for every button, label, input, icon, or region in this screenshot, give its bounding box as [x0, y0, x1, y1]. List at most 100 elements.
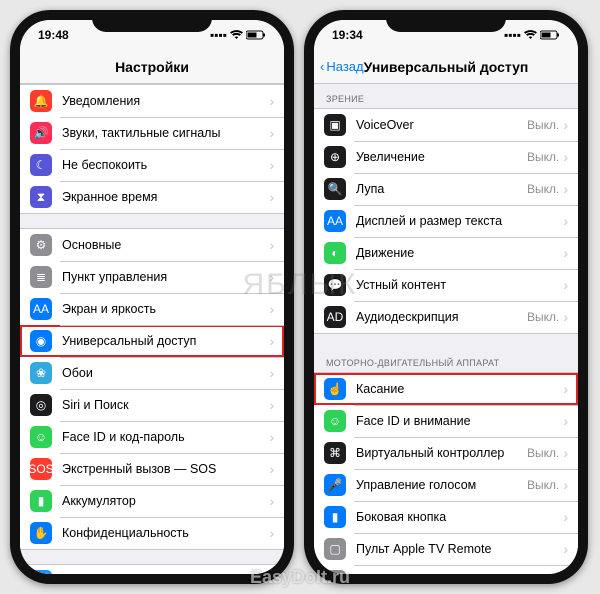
- wifi-icon: [524, 30, 537, 40]
- chevron-right-icon: ›: [269, 301, 274, 317]
- zoom-icon: ⊕: [324, 146, 346, 168]
- page-title: Универсальный доступ: [364, 59, 529, 75]
- chevron-right-icon: ›: [563, 445, 568, 461]
- chevron-right-icon: ›: [563, 181, 568, 197]
- chevron-right-icon: ›: [563, 381, 568, 397]
- chevron-right-icon: ›: [563, 245, 568, 261]
- appstore-icon: Ⓐ: [30, 570, 52, 574]
- row-label: Основные: [62, 238, 269, 252]
- row-label: VoiceOver: [356, 118, 527, 132]
- settings-row-kbd[interactable]: ⌨ Клавиатуры ›: [314, 565, 578, 574]
- settings-row-person[interactable]: ◉ Универсальный доступ ›: [20, 325, 284, 357]
- settings-row-hourglass[interactable]: ⧗ Экранное время ›: [20, 181, 284, 213]
- chevron-right-icon: ›: [563, 541, 568, 557]
- row-label: Siri и Поиск: [62, 398, 269, 412]
- row-label: Обои: [62, 366, 269, 380]
- phone-left: 19:48 ▪▪▪▪ Настройки 🔔 Уведомления › 🔊 З…: [10, 10, 294, 584]
- row-label: Не беспокоить: [62, 158, 269, 172]
- watermark-bottom: EasyDoIt.ru: [250, 567, 350, 588]
- moon-icon: ☾: [30, 154, 52, 176]
- row-value: Выкл.: [527, 150, 559, 164]
- settings-row-touch[interactable]: ☝ Касание ›: [314, 373, 578, 405]
- row-label: Пункт управления: [62, 270, 269, 284]
- chevron-right-icon: ›: [269, 365, 274, 381]
- settings-row-voice[interactable]: 🎤 Управление голосом Выкл.›: [314, 469, 578, 501]
- row-label: Экстренный вызов — SOS: [62, 462, 269, 476]
- row-value: Выкл.: [527, 182, 559, 196]
- row-label: Конфиденциальность: [62, 526, 269, 540]
- row-label: Движение: [356, 246, 563, 260]
- settings-row-switches[interactable]: ≣ Пункт управления ›: [20, 261, 284, 293]
- settings-row-gear[interactable]: ⚙ Основные ›: [20, 229, 284, 261]
- settings-row-AA[interactable]: AA Дисплей и размер текста ›: [314, 205, 578, 237]
- settings-row-bell[interactable]: 🔔 Уведомления ›: [20, 85, 284, 117]
- settings-row-vo[interactable]: ▣ VoiceOver Выкл. ›: [314, 109, 578, 141]
- chevron-right-icon: ›: [563, 117, 568, 133]
- row-label: Экранное время: [62, 190, 269, 204]
- row-label: Уведомления: [62, 94, 269, 108]
- sos-icon: SOS: [30, 458, 52, 480]
- settings-row-sound[interactable]: 🔊 Звуки, тактильные сигналы ›: [20, 117, 284, 149]
- row-value: Выкл.: [527, 310, 559, 324]
- chevron-right-icon: ›: [269, 525, 274, 541]
- settings-row-appstore[interactable]: Ⓐ iTunes Store и App Store ›: [20, 565, 284, 574]
- chevron-right-icon: ›: [563, 309, 568, 325]
- settings-row-siri[interactable]: ◎ Siri и Поиск ›: [20, 389, 284, 421]
- row-label: Управление голосом: [356, 478, 527, 492]
- settings-row-zoom[interactable]: ⊕ Увеличение Выкл. ›: [314, 141, 578, 173]
- settings-row-faceid[interactable]: ☺ Face ID и внимание ›: [314, 405, 578, 437]
- gear-icon: ⚙: [30, 234, 52, 256]
- settings-row-lupe[interactable]: 🔍 Лупа Выкл.›: [314, 173, 578, 205]
- vo-icon: ▣: [324, 114, 346, 136]
- settings-row-AA[interactable]: AA Экран и яркость ›: [20, 293, 284, 325]
- chevron-left-icon: ‹: [320, 59, 324, 74]
- status-time: 19:34: [332, 28, 363, 42]
- speech-icon: 💬: [324, 274, 346, 296]
- row-label: Увеличение: [356, 150, 527, 164]
- settings-row-hand[interactable]: ✋ Конфиденциальность ›: [20, 517, 284, 549]
- faceid-icon: ☺: [324, 410, 346, 432]
- ad-icon: AD: [324, 306, 346, 328]
- chevron-right-icon: ›: [563, 149, 568, 165]
- lupe-icon: 🔍: [324, 178, 346, 200]
- row-label: Универсальный доступ: [62, 334, 269, 348]
- row-label: Face ID и код-пароль: [62, 430, 269, 444]
- chevron-right-icon: ›: [563, 277, 568, 293]
- settings-row-tv[interactable]: ▢ Пульт Apple TV Remote ›: [314, 533, 578, 565]
- chevron-right-icon: ›: [563, 413, 568, 429]
- settings-group: Ⓐ iTunes Store и App Store › ▭ Wallet и …: [20, 564, 284, 574]
- row-value: Выкл.: [527, 118, 559, 132]
- chevron-right-icon: ›: [269, 93, 274, 109]
- wifi-icon: [230, 30, 243, 40]
- signal-icon: ▪▪▪▪: [504, 28, 521, 42]
- settings-row-side[interactable]: ▮ Боковая кнопка ›: [314, 501, 578, 533]
- settings-row-ad[interactable]: AD Аудиодескрипция Выкл. ›: [314, 301, 578, 333]
- chevron-right-icon: ›: [269, 237, 274, 253]
- status-time: 19:48: [38, 28, 69, 42]
- settings-group: ⚙ Основные › ≣ Пункт управления › AA Экр…: [20, 228, 284, 550]
- settings-row-faceid[interactable]: ☺ Face ID и код-пароль ›: [20, 421, 284, 453]
- chevron-right-icon: ›: [563, 509, 568, 525]
- settings-row-motion[interactable]: ◐ Движение ›: [314, 237, 578, 269]
- settings-row-moon[interactable]: ☾ Не беспокоить ›: [20, 149, 284, 181]
- AA-icon: AA: [30, 298, 52, 320]
- settings-row-battery[interactable]: ▮ Аккумулятор ›: [20, 485, 284, 517]
- row-label: Аудиодескрипция: [356, 310, 527, 324]
- chevron-right-icon: ›: [269, 493, 274, 509]
- settings-row-flower[interactable]: ❀ Обои ›: [20, 357, 284, 389]
- chevron-right-icon: ›: [269, 397, 274, 413]
- hourglass-icon: ⧗: [30, 186, 52, 208]
- motion-icon: ◐: [324, 242, 346, 264]
- bell-icon: 🔔: [30, 90, 52, 112]
- row-label: Касание: [356, 382, 563, 396]
- navbar: ‹ Назад Универсальный доступ: [314, 50, 578, 84]
- siri-icon: ◎: [30, 394, 52, 416]
- back-button[interactable]: ‹ Назад: [320, 59, 364, 74]
- settings-row-switch[interactable]: ⌘ Виртуальный контроллер Выкл.›: [314, 437, 578, 469]
- row-value: Выкл.: [527, 446, 559, 460]
- side-icon: ▮: [324, 506, 346, 528]
- sound-icon: 🔊: [30, 122, 52, 144]
- settings-row-sos[interactable]: SOS Экстренный вызов — SOS ›: [20, 453, 284, 485]
- settings-row-speech[interactable]: 💬 Устный контент ›: [314, 269, 578, 301]
- chevron-right-icon: ›: [269, 269, 274, 285]
